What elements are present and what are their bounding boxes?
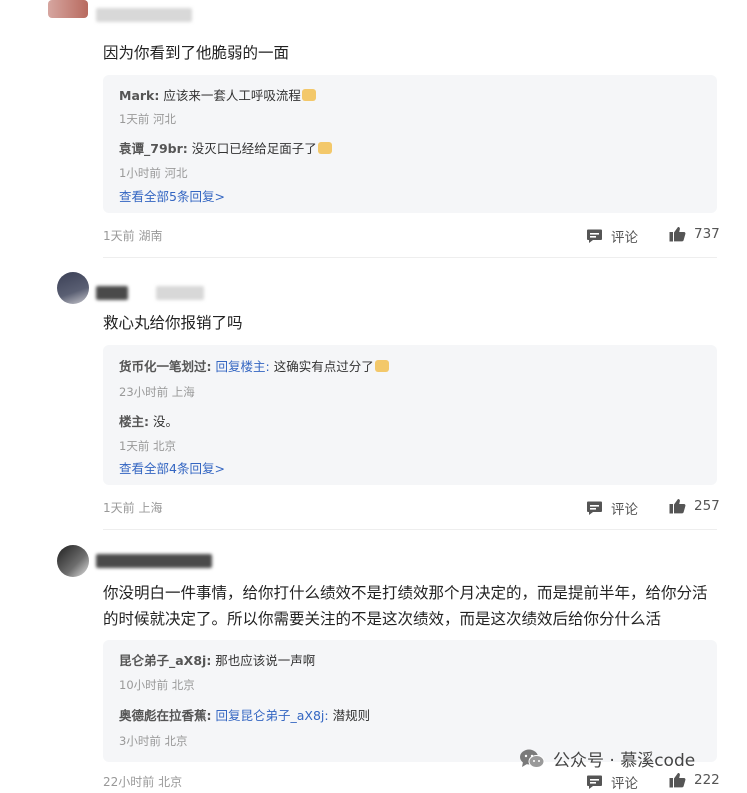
reply-item: 奥德彪在拉香蕉: 回复昆仑弟子_aX8j: 潜规则 [119, 708, 371, 723]
reply-item: 货币化一笔划过: 回复楼主: 这确实有点过分了 [119, 356, 389, 375]
comment-meta: 1天前 上海 [103, 501, 163, 515]
reply-text: 那也应该说一声啊 [215, 653, 316, 668]
comment-meta: 22小时前 北京 [103, 775, 183, 789]
username-blurred[interactable] [96, 554, 212, 568]
emoji-icon [301, 89, 316, 101]
reply-text: 这确实有点过分了 [273, 359, 374, 374]
reply-text: 没。 [153, 414, 179, 429]
reply-to-link[interactable]: 回复昆仑弟子_aX8j: [216, 708, 329, 723]
comment-label: 评论 [611, 230, 638, 246]
reply-meta: 10小时前 北京 [119, 678, 195, 692]
view-all-replies-link[interactable]: 查看全部4条回复> [119, 458, 225, 477]
reply-item: 昆仑弟子_aX8j: 那也应该说一声啊 [119, 653, 316, 668]
reply-user[interactable]: 昆仑弟子_aX8j [119, 653, 206, 668]
comment-label: 评论 [611, 502, 638, 518]
reply-box: 货币化一笔划过: 回复楼主: 这确实有点过分了 23小时前 上海 楼主: 没。 … [103, 345, 717, 485]
reply-item: Mark: 应该来一套人工呼吸流程 [119, 85, 316, 104]
like-button[interactable]: 737 [669, 226, 720, 242]
comment-icon [587, 229, 602, 243]
reply-meta: 1小时前 河北 [119, 166, 188, 180]
comment-meta: 1天前 湖南 [103, 229, 163, 243]
comment-text: 因为你看到了他脆弱的一面 [103, 44, 290, 62]
user-avatar[interactable] [57, 272, 89, 304]
comment-button[interactable]: 评论 [586, 498, 638, 518]
reply-box: 昆仑弟子_aX8j: 那也应该说一声啊 10小时前 北京 奥德彪在拉香蕉: 回复… [103, 640, 717, 762]
reply-item: 袁谭_79br: 没灭口已经给足面子了 [119, 138, 332, 157]
reply-meta: 3小时前 北京 [119, 734, 188, 748]
comment-icon [587, 775, 602, 789]
like-button[interactable]: 222 [669, 772, 720, 788]
like-count: 222 [694, 772, 720, 788]
like-count: 257 [694, 498, 720, 514]
thumbs-up-icon [669, 227, 686, 242]
reply-user[interactable]: 袁谭_79br [119, 141, 183, 156]
view-all-replies-link[interactable]: 查看全部5条回复> [119, 186, 225, 205]
emoji-icon [374, 360, 389, 372]
username-blurred[interactable] [156, 286, 204, 300]
reply-user[interactable]: 货币化一笔划过 [119, 359, 207, 374]
user-avatar[interactable] [57, 545, 89, 577]
username-blurred[interactable] [96, 286, 128, 300]
thumbs-up-icon [669, 499, 686, 514]
reply-text: 应该来一套人工呼吸流程 [163, 88, 301, 103]
emoji-icon [317, 142, 332, 154]
reply-text: 没灭口已经给足面子了 [191, 141, 317, 156]
watermark: 公众号 · 慕溪code [519, 746, 695, 771]
watermark-text: 公众号 · 慕溪code [553, 751, 696, 771]
comment-button[interactable]: 评论 [586, 226, 638, 246]
like-button[interactable]: 257 [669, 498, 720, 514]
wechat-icon [520, 749, 545, 768]
reply-meta: 1天前 河北 [119, 112, 176, 126]
comment-icon [587, 501, 602, 515]
username-blurred[interactable] [96, 8, 192, 22]
like-count: 737 [694, 226, 720, 242]
divider [103, 257, 717, 258]
user-avatar[interactable] [48, 0, 88, 18]
reply-user[interactable]: Mark [119, 88, 154, 103]
reply-to-link[interactable]: 回复楼主: [216, 359, 270, 374]
comment-button[interactable]: 评论 [586, 772, 638, 792]
reply-meta: 23小时前 上海 [119, 385, 195, 399]
comment-text: 你没明白一件事情，给你打什么绩效不是打绩效那个月决定的，而是提前半年，给你分活的… [103, 584, 708, 628]
comment-label: 评论 [611, 776, 638, 792]
reply-user[interactable]: 奥德彪在拉香蕉 [119, 708, 207, 723]
reply-box: Mark: 应该来一套人工呼吸流程 1天前 河北 袁谭_79br: 没灭口已经给… [103, 75, 717, 213]
thumbs-up-icon [669, 773, 686, 788]
divider [103, 529, 717, 530]
reply-item: 楼主: 没。 [119, 414, 179, 429]
reply-text: 潜规则 [332, 708, 371, 723]
reply-meta: 1天前 北京 [119, 439, 176, 453]
comment-text: 救心丸给你报销了吗 [103, 314, 243, 332]
reply-user[interactable]: 楼主 [119, 414, 144, 429]
